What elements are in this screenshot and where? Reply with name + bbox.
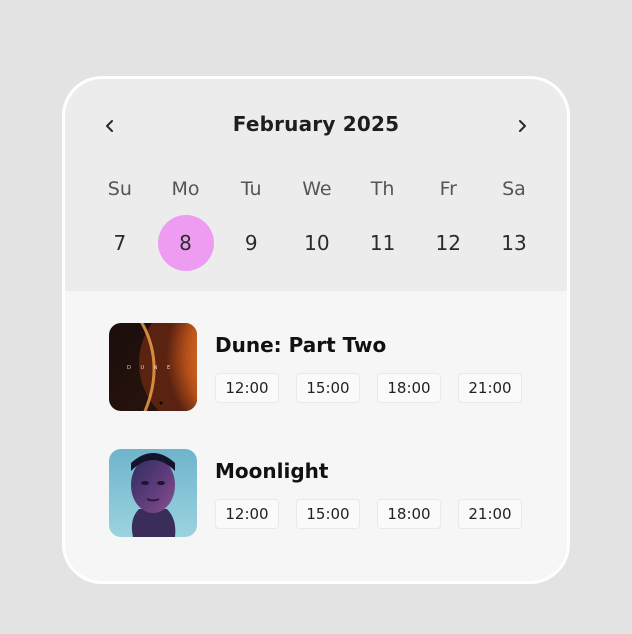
date-number: 7 <box>113 231 127 255</box>
movie-item: Moonlight 12:00 15:00 18:00 21:00 <box>109 449 539 537</box>
weekday-label: Su <box>107 178 132 200</box>
date-cell[interactable]: 12 <box>415 215 481 271</box>
showtime-button[interactable]: 12:00 <box>215 499 279 529</box>
date-number: 13 <box>501 231 527 255</box>
date-cell[interactable]: 13 <box>481 215 547 271</box>
showtime-list: 12:00 15:00 18:00 21:00 <box>215 499 539 529</box>
movie-title: Dune: Part Two <box>215 333 387 357</box>
weekday-label: Th <box>370 178 395 200</box>
weekday-label: Mo <box>171 178 200 200</box>
weekday-label: Sa <box>502 178 526 200</box>
showtimes-card: February 2025 Su Mo Tu We Th Fr Sa 7 8 9… <box>62 76 570 584</box>
date-number: 9 <box>244 231 258 255</box>
chevron-right-icon <box>519 120 526 132</box>
date-cell[interactable]: 9 <box>218 215 284 271</box>
month-title: February 2025 <box>232 112 400 136</box>
date-cell[interactable]: 10 <box>284 215 350 271</box>
date-number: 10 <box>304 231 330 255</box>
showtime-list: 12:00 15:00 18:00 21:00 <box>215 373 539 403</box>
dune-poster-image: D U N E <box>109 323 197 411</box>
showtime-button[interactable]: 12:00 <box>215 373 279 403</box>
date-row: 7 8 9 10 11 12 13 <box>87 215 547 271</box>
date-number: 12 <box>435 231 461 255</box>
weekday-label: Tu <box>240 178 262 200</box>
calendar-header: February 2025 Su Mo Tu We Th Fr Sa 7 8 9… <box>65 79 567 291</box>
date-number: 11 <box>369 231 396 255</box>
showtime-button[interactable]: 15:00 <box>296 373 360 403</box>
date-cell[interactable]: 11 <box>350 215 416 271</box>
showtime-button[interactable]: 15:00 <box>296 499 360 529</box>
weekday-label: We <box>302 178 332 200</box>
showtime-button[interactable]: 18:00 <box>377 499 441 529</box>
movie-title: Moonlight <box>215 459 329 483</box>
date-number: 8 <box>179 231 192 255</box>
date-cell-selected[interactable]: 8 <box>153 215 219 271</box>
moonlight-poster-image <box>109 449 197 537</box>
showtime-button[interactable]: 18:00 <box>377 373 441 403</box>
movie-item: D U N E Dune: Part Two 12:00 15:00 18:00… <box>109 323 539 411</box>
weekday-row: Su Mo Tu We Th Fr Sa <box>87 175 547 203</box>
movie-poster[interactable]: D U N E <box>109 323 197 411</box>
next-week-button[interactable] <box>509 113 535 139</box>
movie-poster[interactable] <box>109 449 197 537</box>
showtime-button[interactable]: 21:00 <box>458 373 522 403</box>
weekday-label: Fr <box>439 178 457 200</box>
showtime-button[interactable]: 21:00 <box>458 499 522 529</box>
svg-text:D U N E: D U N E <box>127 365 174 371</box>
date-cell[interactable]: 7 <box>87 215 153 271</box>
